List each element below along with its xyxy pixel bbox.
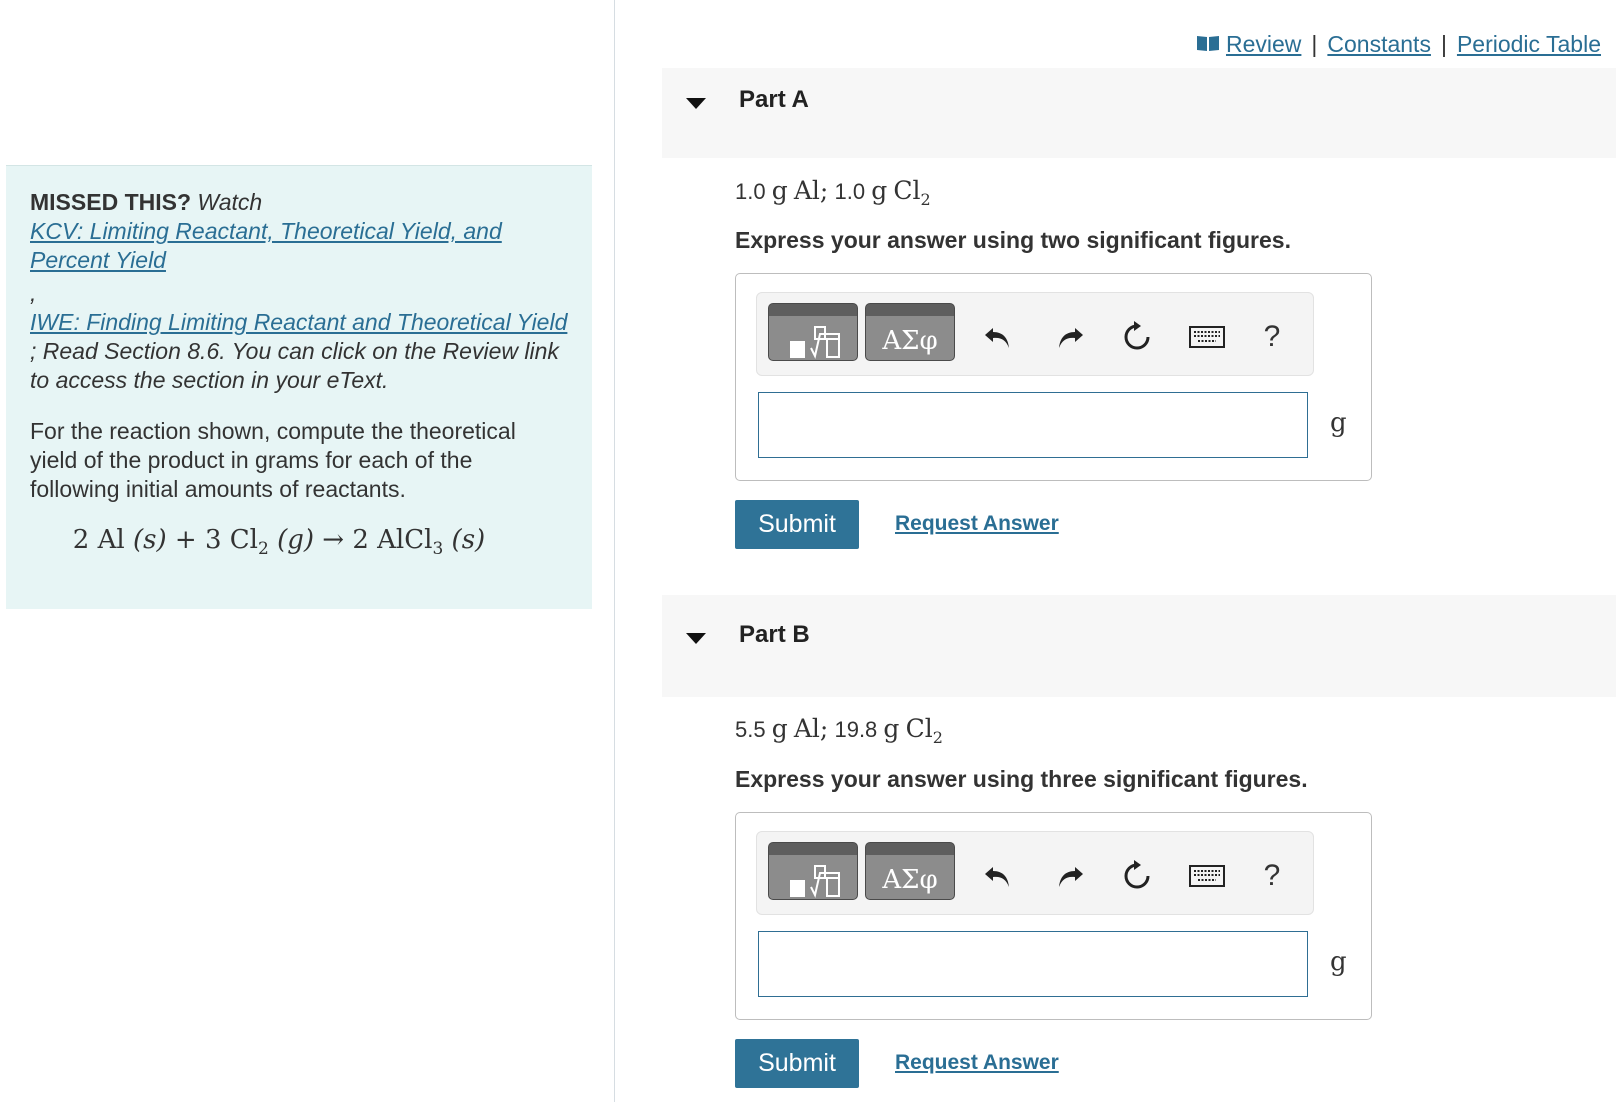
math-toolbar: ΑΣφ ? xyxy=(756,292,1314,376)
missed-this-line: MISSED THIS? Watch xyxy=(30,188,568,217)
help-icon[interactable]: ? xyxy=(1254,858,1290,894)
greek-letters-icon[interactable]: ΑΣφ xyxy=(865,842,955,900)
help-icon[interactable]: ? xyxy=(1254,319,1290,355)
watch-label: Watch xyxy=(197,189,263,215)
missed-this-label: MISSED THIS? xyxy=(30,189,192,215)
part-a-header[interactable]: Part A xyxy=(662,68,1616,158)
column-divider xyxy=(614,0,615,1102)
redo-icon[interactable] xyxy=(1052,319,1088,355)
periodic-table-link[interactable]: Periodic Table xyxy=(1457,31,1601,58)
part-b-answer-input[interactable] xyxy=(758,931,1308,997)
kcv-video-link[interactable]: KCV: Limiting Reactant, Theoretical Yiel… xyxy=(30,218,502,273)
part-b-request-answer-link[interactable]: Request Answer xyxy=(895,1051,1059,1075)
part-a-title: Part A xyxy=(739,86,809,113)
templates-icon[interactable] xyxy=(768,842,858,900)
iwe-video-link[interactable]: IWE: Finding Limiting Reactant and Theor… xyxy=(30,309,567,335)
math-toolbar: ΑΣφ ? xyxy=(756,831,1314,915)
constants-link[interactable]: Constants xyxy=(1327,31,1431,58)
part-b-instruction: Express your answer using three signific… xyxy=(735,766,1308,792)
part-a-submit-button[interactable]: Submit xyxy=(735,500,859,549)
part-b-submit-button[interactable]: Submit xyxy=(735,1039,859,1088)
header-links: Review | Constants | Periodic Table xyxy=(1196,31,1601,58)
part-b-answer-box: ΑΣφ ? g xyxy=(735,812,1372,1020)
link-separator: | xyxy=(1440,31,1447,57)
reaction-equation: 2 Al (s) + 3 Cl2 (g) → 2 AlCl3 (s) xyxy=(72,525,486,560)
undo-icon[interactable] xyxy=(980,858,1016,894)
undo-icon[interactable] xyxy=(980,319,1016,355)
keyboard-icon[interactable] xyxy=(1189,858,1225,894)
reset-icon[interactable] xyxy=(1119,858,1155,894)
collapse-caret-icon[interactable] xyxy=(686,98,706,109)
reset-icon[interactable] xyxy=(1119,319,1155,355)
templates-icon[interactable] xyxy=(768,303,858,361)
part-a-instruction: Express your answer using two significan… xyxy=(735,227,1291,253)
part-b-header[interactable]: Part B xyxy=(662,595,1616,697)
greek-letters-icon[interactable]: ΑΣφ xyxy=(865,303,955,361)
part-b-unit: g xyxy=(1330,947,1347,977)
read-section-text: ; Read Section 8.6. You can click on the… xyxy=(30,338,559,393)
part-a-reactants: 1.0 g Al; 1.0 g Cl2 xyxy=(735,176,931,209)
comma-separator: , xyxy=(30,280,37,306)
part-a-unit: g xyxy=(1330,408,1347,438)
link-separator: | xyxy=(1311,31,1318,57)
part-a-answer-box: ΑΣφ ? g xyxy=(735,273,1372,481)
part-a-request-answer-link[interactable]: Request Answer xyxy=(895,512,1059,536)
keyboard-icon[interactable] xyxy=(1189,319,1225,355)
problem-intro-panel: MISSED THIS? Watch KCV: Limiting Reactan… xyxy=(6,165,592,609)
redo-icon[interactable] xyxy=(1052,858,1088,894)
part-b-title: Part B xyxy=(739,621,810,648)
collapse-caret-icon[interactable] xyxy=(686,633,706,644)
problem-prompt: For the reaction shown, compute the theo… xyxy=(30,418,516,502)
book-icon xyxy=(1196,31,1220,58)
review-link[interactable]: Review xyxy=(1226,31,1301,58)
part-b-reactants: 5.5 g Al; 19.8 g Cl2 xyxy=(735,714,943,747)
part-a-answer-input[interactable] xyxy=(758,392,1308,458)
